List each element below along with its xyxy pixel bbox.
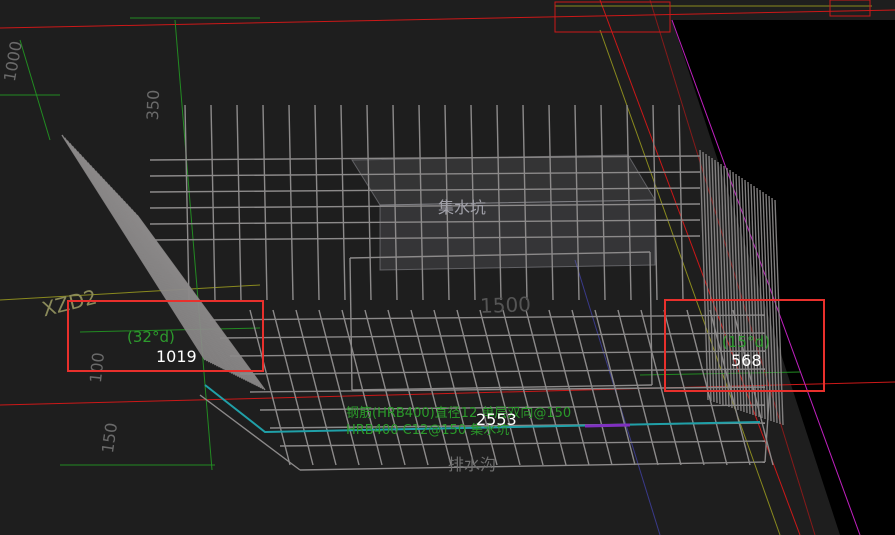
right-highlight-box [664, 299, 825, 392]
background-dark-region [672, 20, 895, 535]
bottom-length-label[interactable]: 2553 [476, 412, 517, 428]
pit-top-label: 集水坑 [438, 198, 487, 217]
rebar-vertical [314, 104, 320, 301]
pit-bottom-label: 排水沟 [448, 455, 497, 474]
rebar-floor [410, 309, 452, 466]
rebar-floor [548, 309, 590, 466]
axis-marker-red [829, 0, 871, 17]
dimension-label-350: 350 [143, 89, 164, 121]
rebar-vertical [262, 104, 268, 301]
rebar-floor [295, 309, 337, 466]
rebar-pit-edge [349, 257, 353, 391]
left-highlight-box [67, 300, 264, 372]
rebar-floor [272, 309, 314, 466]
rebar-vertical [184, 104, 190, 301]
rebar-vertical [210, 104, 216, 301]
pit-top-face [351, 154, 656, 206]
axis-line-green [174, 19, 213, 471]
rebar-floor [318, 309, 360, 466]
axis-line-green [19, 39, 51, 141]
purple-mark [584, 423, 631, 428]
rebar-vertical [678, 104, 684, 301]
green-note: 钢筋(HRB400)直径12 单层双向@150 [346, 406, 572, 421]
rebar-vertical [288, 104, 294, 301]
rebar-pit-edge [649, 251, 653, 386]
dimension-label-1500: 1500 [479, 292, 532, 318]
rebar-base-edge [299, 461, 766, 471]
rebar-floor [571, 309, 613, 466]
rebar-vertical [340, 104, 346, 301]
rebar-vertical [236, 104, 242, 301]
dimension-label-150: 150 [98, 421, 122, 455]
cad-3d-viewport[interactable]: 1000 350 XZD2 100 150 1500 集水坑 排水沟 钢筋(HR… [0, 0, 895, 535]
rebar-floor [341, 309, 383, 466]
rebar-vertical [366, 104, 372, 301]
rebar-floor [387, 309, 429, 466]
rebar-floor [364, 309, 406, 466]
